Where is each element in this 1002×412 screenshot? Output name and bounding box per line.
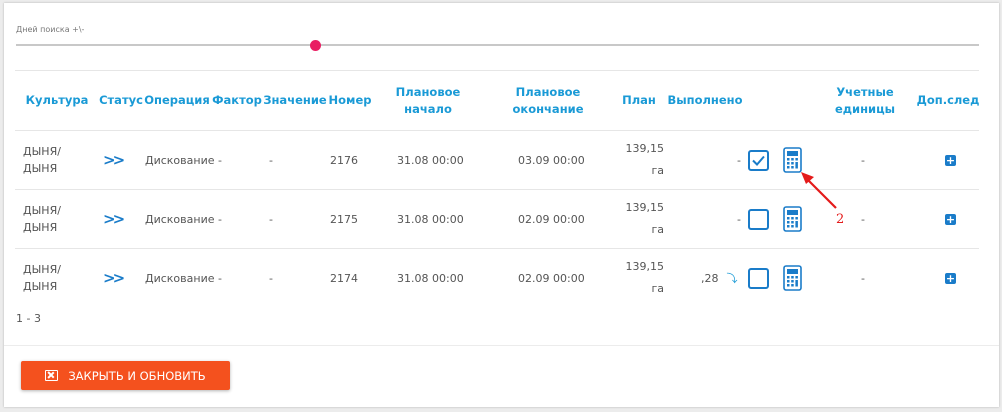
double-chevron-right-icon[interactable]: >>: [103, 269, 125, 287]
search-days-slider-track[interactable]: [16, 44, 979, 46]
cell-factor: -: [218, 271, 222, 285]
close-box-icon: [45, 370, 59, 381]
cell-units: -: [861, 271, 865, 285]
cell-plan-end: 02.09 00:00: [518, 212, 585, 226]
checkmark-icon: [752, 155, 765, 166]
cell-culture: ДЫНЯ/ ДЫНЯ: [23, 145, 61, 175]
status-cell[interactable]: >>: [103, 131, 133, 189]
cell-plan-start: 31.08 00:00: [397, 212, 464, 226]
column-plan[interactable]: План: [619, 71, 659, 130]
cell-culture: ДЫНЯ/ ДЫНЯ: [23, 263, 61, 293]
cell-operation: Дискование: [145, 153, 215, 167]
column-value[interactable]: Значение: [263, 71, 327, 130]
calculator-cell[interactable]: [783, 131, 805, 189]
column-status[interactable]: Статус: [99, 71, 143, 130]
done-checkbox-cell[interactable]: [748, 249, 772, 307]
column-units[interactable]: Учетные единицы: [823, 71, 907, 130]
calculator-icon[interactable]: [783, 147, 802, 173]
table-row[interactable]: ДЫНЯ/ ДЫНЯ >> Дискование - - 2175 31.08 …: [15, 190, 979, 249]
cell-plan-end: 02.09 00:00: [518, 271, 585, 285]
column-culture[interactable]: Культура: [15, 71, 99, 130]
cell-done-group: ,28 ⤵: [701, 249, 749, 307]
cell-culture: ДЫНЯ/ ДЫНЯ: [23, 204, 61, 234]
add-icon[interactable]: +: [945, 154, 956, 166]
search-days-slider-thumb[interactable]: [310, 40, 321, 51]
column-extra[interactable]: Доп.след: [917, 71, 980, 130]
cell-done: -: [737, 212, 741, 226]
status-cell[interactable]: >>: [103, 190, 133, 248]
status-cell[interactable]: >>: [103, 249, 133, 307]
calculator-cell[interactable]: [783, 249, 805, 307]
add-cell[interactable]: +: [945, 190, 959, 248]
cell-factor: -: [218, 212, 222, 226]
column-plan-end[interactable]: Плановое окончание: [501, 71, 595, 130]
cell-plan-start: 31.08 00:00: [397, 153, 464, 167]
column-factor[interactable]: Фактор: [211, 71, 263, 130]
pagination-range: 1 - 3: [16, 312, 41, 325]
done-checkbox-cell[interactable]: [748, 131, 772, 189]
footer-divider: [4, 345, 999, 346]
cell-plan-start: 31.08 00:00: [397, 271, 464, 285]
column-number[interactable]: Номер: [327, 71, 373, 130]
operations-table: Культура Статус Операция Фактор Значение…: [15, 70, 979, 308]
cell-number: 2176: [330, 153, 358, 167]
cell-value: -: [269, 212, 273, 226]
cell-value: -: [269, 271, 273, 285]
cell-plan: 139,15 га: [625, 260, 665, 295]
table-header: Культура Статус Операция Фактор Значение…: [15, 70, 979, 131]
close-and-refresh-label: ЗАКРЫТЬ И ОБНОВИТЬ: [68, 368, 206, 383]
search-days-label: Дней поиска +\-: [16, 25, 85, 34]
cell-plan: 139,15 га: [625, 201, 665, 236]
cell-number: 2174: [330, 271, 358, 285]
close-and-refresh-button[interactable]: ЗАКРЫТЬ И ОБНОВИТЬ: [21, 361, 230, 390]
add-cell[interactable]: +: [945, 131, 959, 189]
add-cell[interactable]: +: [945, 249, 959, 307]
cell-operation: Дискование: [145, 212, 215, 226]
done-checkbox[interactable]: [748, 208, 769, 230]
cell-factor: -: [218, 153, 222, 167]
cell-plan-end: 03.09 00:00: [518, 153, 585, 167]
cell-done: -: [737, 153, 741, 167]
table-row[interactable]: ДЫНЯ/ ДЫНЯ >> Дискование - - 2176 31.08 …: [15, 131, 979, 190]
cell-number: 2175: [330, 212, 358, 226]
column-plan-start[interactable]: Плановое начало: [385, 71, 471, 130]
double-chevron-right-icon[interactable]: >>: [103, 151, 125, 169]
done-checkbox-cell[interactable]: [748, 190, 772, 248]
return-arrow-icon[interactable]: ⤵: [727, 270, 738, 286]
column-done[interactable]: Выполнено: [667, 71, 743, 130]
cell-operation: Дискование: [145, 271, 215, 285]
done-checkbox[interactable]: [748, 267, 769, 289]
annotation-number: 2: [836, 212, 845, 227]
cell-plan: 139,15 га: [625, 142, 665, 177]
add-icon[interactable]: +: [945, 213, 956, 225]
cell-done: ,28: [701, 271, 719, 285]
add-icon[interactable]: +: [945, 272, 956, 284]
column-operation[interactable]: Операция: [143, 71, 211, 130]
calculator-icon[interactable]: [783, 206, 802, 232]
calculator-icon[interactable]: [783, 265, 802, 291]
done-checkbox[interactable]: [748, 149, 769, 171]
calculator-cell[interactable]: [783, 190, 805, 248]
cell-units: -: [861, 212, 865, 226]
double-chevron-right-icon[interactable]: >>: [103, 210, 125, 228]
cell-units: -: [861, 153, 865, 167]
table-row[interactable]: ДЫНЯ/ ДЫНЯ >> Дискование - - 2174 31.08 …: [15, 249, 979, 308]
cell-value: -: [269, 153, 273, 167]
